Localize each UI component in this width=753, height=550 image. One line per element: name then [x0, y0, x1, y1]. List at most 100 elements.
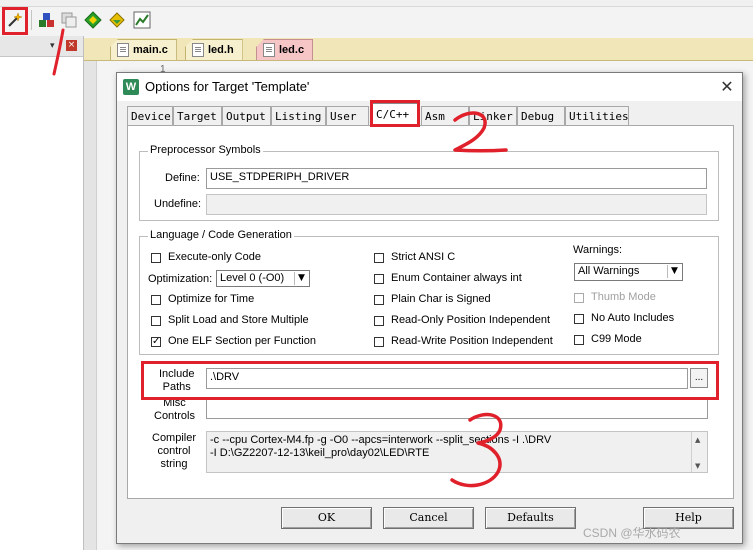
split-load-label: Split Load and Store Multiple: [168, 314, 309, 326]
warnings-select[interactable]: All Warnings ▼: [574, 263, 683, 281]
ok-button[interactable]: OK: [281, 507, 372, 529]
strict-ansi-label: Strict ANSI C: [391, 251, 456, 263]
tab-listing[interactable]: Listing: [271, 106, 326, 125]
codegen-group-label: Language / Code Generation: [148, 229, 294, 241]
compiler-label-line3: string: [160, 458, 188, 470]
execute-only-label: Execute-only Code: [168, 251, 261, 263]
dialog-close-icon[interactable]: ✕: [717, 77, 737, 97]
compiler-string-line1: -c --cpu Cortex-M4.fp -g -O0 --apcs=inte…: [210, 434, 552, 446]
editor-gutter: [84, 61, 97, 550]
stack-icon: [61, 12, 77, 28]
project-panel: [0, 36, 84, 550]
tab-utilities[interactable]: Utilities: [565, 106, 629, 125]
file-icon: [117, 43, 129, 57]
compiler-control-string: -c --cpu Cortex-M4.fp -g -O0 --apcs=inte…: [206, 431, 708, 473]
tab-user[interactable]: User: [326, 106, 369, 125]
diamond-icon: [84, 11, 102, 29]
rw-pi-checkbox[interactable]: [374, 337, 384, 347]
compiler-string-scrollbar[interactable]: ▲ ▼: [691, 432, 707, 472]
cancel-button[interactable]: Cancel: [383, 507, 474, 529]
components-icon: [39, 13, 54, 27]
optimization-label: Optimization:: [148, 273, 213, 285]
ro-pi-checkbox[interactable]: [374, 316, 384, 326]
define-label: Define:: [165, 172, 200, 184]
panel-close-icon[interactable]: ×: [66, 40, 77, 51]
keil-icon: W: [123, 79, 139, 95]
tab-debug[interactable]: Debug: [517, 106, 565, 125]
pin-icon[interactable]: ▾: [50, 40, 60, 50]
warnings-label: Warnings:: [573, 244, 623, 256]
ide-menu-strip: [0, 0, 753, 7]
misc-controls-input[interactable]: [206, 399, 708, 419]
undefine-label: Undefine:: [154, 198, 202, 210]
annotation-box-c-cpp-tab: [370, 100, 420, 127]
compiler-control-label: Compiler control string: [152, 432, 196, 471]
optimization-value: Level 0 (-O0): [220, 272, 285, 284]
csdn-watermark: CSDN @华水码农: [583, 526, 681, 540]
enum-int-label: Enum Container always int: [391, 272, 522, 284]
annotation-box-include-paths: [141, 361, 719, 400]
manage-components-button[interactable]: [36, 9, 58, 31]
c-cpp-panel: Preprocessor Symbols Define: USE_STDPERI…: [127, 125, 734, 499]
optimize-time-checkbox[interactable]: [151, 295, 161, 305]
tab-device[interactable]: Device: [127, 106, 173, 125]
misc-label-line2: Controls: [154, 410, 195, 422]
annotation-box-options-button: [2, 7, 28, 35]
file-icon: [192, 43, 204, 57]
gem-icon: [109, 12, 125, 28]
debug-session-button[interactable]: [131, 9, 153, 31]
preprocessor-group-label: Preprocessor Symbols: [148, 144, 263, 156]
rw-pi-label: Read-Write Position Independent: [391, 335, 553, 347]
select-software-packs-button[interactable]: [106, 9, 128, 31]
scroll-down-icon[interactable]: ▼: [695, 460, 700, 472]
define-input[interactable]: USE_STDPERIPH_DRIVER: [206, 168, 707, 189]
codegen-group: Language / Code Generation Execute-only …: [139, 229, 719, 355]
tab-linker[interactable]: Linker: [469, 106, 517, 125]
enum-int-checkbox[interactable]: [374, 274, 384, 284]
tab-asm[interactable]: Asm: [421, 106, 469, 125]
tab-target[interactable]: Target: [173, 106, 222, 125]
tab-output[interactable]: Output: [222, 106, 271, 125]
one-elf-label: One ELF Section per Function: [168, 335, 316, 347]
c99-checkbox[interactable]: [574, 335, 584, 345]
options-dialog: W Options for Target 'Template' ✕ Device…: [116, 72, 743, 544]
c99-label: C99 Mode: [591, 333, 642, 345]
optimize-time-label: Optimize for Time: [168, 293, 255, 305]
pack-installer-button[interactable]: [82, 9, 104, 31]
misc-controls-label: Misc Controls: [154, 397, 195, 423]
chevron-down-icon: ▼: [667, 265, 681, 278]
split-load-checkbox[interactable]: [151, 316, 161, 326]
file-tab-led-c[interactable]: led.c: [256, 39, 314, 60]
preprocessor-group: Preprocessor Symbols Define: USE_STDPERI…: [139, 144, 719, 221]
no-auto-includes-label: No Auto Includes: [591, 312, 675, 324]
chevron-down-icon: ▼: [294, 272, 308, 285]
thumb-mode-label: Thumb Mode: [591, 291, 656, 303]
file-tab-label: main.c: [133, 44, 168, 56]
warnings-value: All Warnings: [578, 265, 640, 277]
dialog-title: Options for Target 'Template': [145, 79, 310, 94]
dialog-titlebar: W Options for Target 'Template' ✕: [117, 73, 742, 101]
one-elf-checkbox[interactable]: ✓: [151, 337, 161, 347]
strict-ansi-checkbox[interactable]: [374, 253, 384, 263]
compiler-label-line1: Compiler: [152, 432, 197, 444]
file-tab-bar: [84, 38, 753, 61]
ro-pi-label: Read-Only Position Independent: [391, 314, 550, 326]
plain-char-label: Plain Char is Signed: [391, 293, 491, 305]
plain-char-checkbox[interactable]: [374, 295, 384, 305]
execute-only-checkbox[interactable]: [151, 253, 161, 263]
scroll-up-icon[interactable]: ▲: [695, 434, 700, 447]
optimization-select[interactable]: Level 0 (-O0) ▼: [216, 270, 310, 287]
toolbar-separator: [31, 10, 32, 30]
file-tab-main-c[interactable]: main.c: [110, 39, 177, 60]
file-tab-label: led.c: [279, 44, 305, 56]
defaults-button[interactable]: Defaults: [485, 507, 576, 529]
file-tab-led-h[interactable]: led.h: [185, 39, 243, 60]
undefine-input[interactable]: [206, 194, 707, 215]
chart-icon: [133, 11, 151, 29]
compiler-label-line2: control: [157, 445, 191, 457]
no-auto-includes-checkbox[interactable]: [574, 314, 584, 324]
copy-button[interactable]: [58, 9, 80, 31]
thumb-mode-checkbox[interactable]: [574, 293, 584, 303]
compiler-string-line2: -I D:\GZ2207-12-13\keil_pro\day02\LED\RT…: [210, 447, 430, 459]
file-icon: [263, 43, 275, 57]
